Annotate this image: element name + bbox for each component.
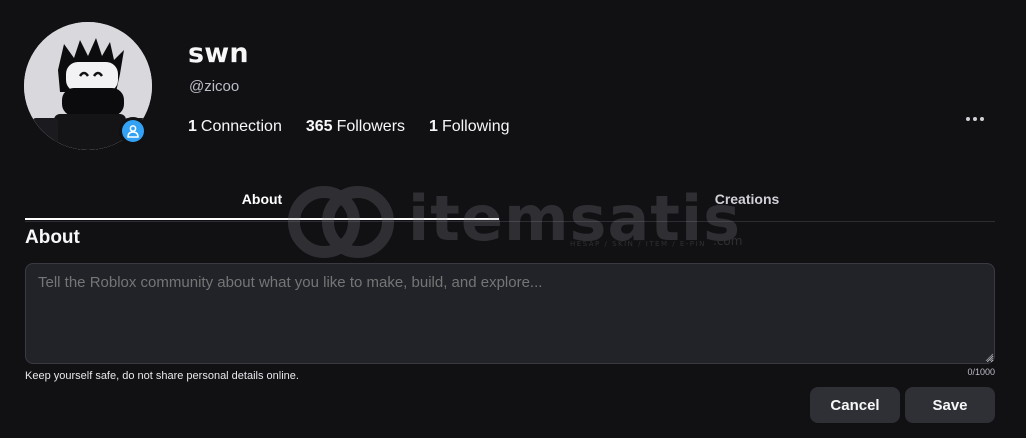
watermark-subtext: HESAP / SKIN / ITEM / E-PIN <box>570 240 706 248</box>
online-person-icon <box>122 120 144 142</box>
about-heading: About <box>25 227 80 248</box>
save-button[interactable]: Save <box>905 387 995 423</box>
connections-label: Connection <box>200 118 282 135</box>
avatar-container[interactable] <box>24 22 154 152</box>
followers-label: Followers <box>336 118 406 135</box>
display-name: swn <box>188 38 249 69</box>
active-tab-indicator <box>25 218 499 220</box>
cancel-button[interactable]: Cancel <box>810 387 900 423</box>
connections-link[interactable]: 1 Connection <box>188 118 282 136</box>
about-textarea[interactable] <box>25 263 995 364</box>
following-count: 1 <box>429 118 438 135</box>
profile-stats: 1 Connection 365 Followers 1 Following <box>188 118 510 136</box>
safety-note: Keep yourself safe, do not share persona… <box>25 370 299 382</box>
presence-indicator <box>119 117 147 145</box>
connections-count: 1 <box>188 118 197 135</box>
tab-creations[interactable]: Creations <box>499 178 995 220</box>
username: @zicoo <box>189 78 240 95</box>
followers-count: 365 <box>305 118 333 135</box>
more-horizontal-icon[interactable] <box>961 108 989 130</box>
character-count: 0/1000 <box>967 367 995 377</box>
resize-grip-icon[interactable] <box>984 352 994 362</box>
following-label: Following <box>441 118 510 135</box>
watermark-suffix: .com <box>713 234 743 248</box>
followers-link[interactable]: 365 Followers <box>306 118 405 136</box>
following-link[interactable]: 1 Following <box>429 118 510 136</box>
profile-page: swn @zicoo 1 Connection 365 Followers 1 Fol… <box>0 0 1026 438</box>
profile-tabs: About Creations <box>25 178 995 222</box>
tab-about[interactable]: About <box>25 178 499 220</box>
